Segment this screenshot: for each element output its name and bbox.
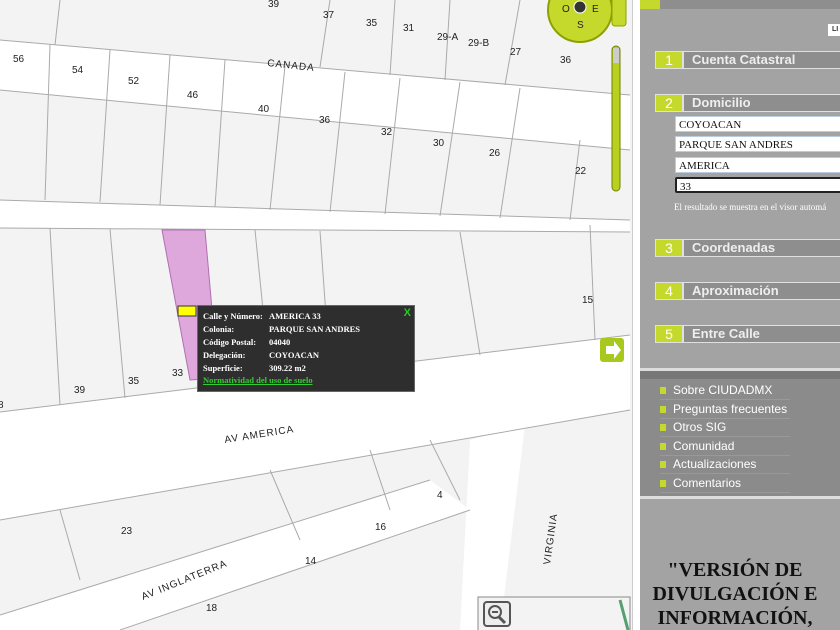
section-number: 1 bbox=[656, 52, 682, 68]
expand-panel-arrow-icon[interactable] bbox=[600, 338, 624, 362]
svg-text:32: 32 bbox=[381, 127, 393, 138]
link-sobre-ciudadmx[interactable]: Sobre CIUDADMX bbox=[660, 381, 790, 400]
section-title: Coordenadas bbox=[682, 240, 775, 256]
section-title: Cuenta Catastral bbox=[682, 52, 795, 68]
svg-text:56: 56 bbox=[13, 54, 25, 65]
search-sidebar: LI 1 Cuenta Catastral 2 Domicilio COYOACAN… bbox=[640, 0, 840, 630]
link-comunidad[interactable]: Comunidad bbox=[660, 437, 790, 456]
link-otros-sig[interactable]: Otros SIG bbox=[660, 418, 790, 437]
svg-text:29-B: 29-B bbox=[468, 38, 489, 49]
svg-text:8: 8 bbox=[0, 400, 4, 411]
section-number: 5 bbox=[656, 326, 682, 342]
section-aproximacion[interactable]: 4 Aproximación bbox=[655, 282, 840, 300]
svg-text:27: 27 bbox=[510, 47, 522, 58]
section-title: Entre Calle bbox=[682, 326, 760, 342]
version-disclaimer: "VERSIÓN DE DIVULGACIÓN E INFORMACIÓN, bbox=[652, 559, 818, 629]
bullet-icon bbox=[660, 406, 666, 413]
colonia-field[interactable]: PARQUE SAN ANDRES bbox=[675, 136, 840, 152]
section-number: 3 bbox=[656, 240, 682, 256]
svg-text:54: 54 bbox=[72, 65, 84, 76]
section-coordenadas[interactable]: 3 Coordenadas bbox=[655, 239, 840, 257]
svg-text:22: 22 bbox=[575, 166, 587, 177]
svg-text:15: 15 bbox=[582, 295, 594, 306]
link-preguntas-frecuentes[interactable]: Preguntas frecuentes bbox=[660, 400, 790, 419]
svg-text:S: S bbox=[577, 20, 584, 31]
location-marker bbox=[177, 305, 197, 317]
result-note: El resultado se muestra en el visor auto… bbox=[674, 202, 827, 212]
svg-text:14: 14 bbox=[305, 556, 317, 567]
svg-text:39: 39 bbox=[74, 385, 86, 396]
svg-text:33: 33 bbox=[172, 368, 184, 379]
link-actualizaciones[interactable]: Actualizaciones bbox=[660, 455, 790, 474]
section-number: 2 bbox=[656, 95, 682, 111]
link-comentarios[interactable]: Comentarios bbox=[660, 474, 790, 493]
svg-text:52: 52 bbox=[128, 76, 140, 87]
sidebar-topbar bbox=[640, 0, 840, 9]
section-cuenta-catastral[interactable]: 1 Cuenta Catastral bbox=[655, 51, 840, 69]
popup-label: Calle y Número: bbox=[203, 311, 263, 321]
parcel-info-popup: X Calle y Número: AMERICA 33 Colonia: PARQ… bbox=[197, 305, 415, 392]
svg-text:35: 35 bbox=[366, 18, 378, 29]
popup-label: Colonia: bbox=[203, 324, 235, 334]
popup-value: 04040 bbox=[269, 337, 291, 347]
popup-label: Superficie: bbox=[203, 363, 243, 373]
zoom-slider[interactable] bbox=[611, 45, 621, 192]
svg-text:18: 18 bbox=[206, 603, 218, 614]
svg-text:36: 36 bbox=[319, 115, 331, 126]
bullet-icon bbox=[660, 387, 666, 394]
svg-text:30: 30 bbox=[433, 138, 445, 149]
section-number: 4 bbox=[656, 283, 682, 299]
bullet-icon bbox=[660, 443, 666, 450]
svg-text:35: 35 bbox=[128, 376, 140, 387]
land-use-link[interactable]: Normatividad del uso de suelo bbox=[203, 375, 313, 385]
popup-value: COYOACAN bbox=[269, 350, 320, 360]
svg-text:31: 31 bbox=[403, 23, 415, 34]
numero-input[interactable]: 33 bbox=[675, 177, 840, 193]
svg-text:26: 26 bbox=[489, 148, 501, 159]
language-button[interactable]: LI bbox=[828, 24, 840, 36]
section-title: Domicilio bbox=[682, 95, 751, 111]
svg-text:39: 39 bbox=[268, 0, 280, 10]
popup-value: AMERICA 33 bbox=[269, 311, 321, 321]
svg-text:29-A: 29-A bbox=[437, 32, 458, 43]
delegacion-field[interactable]: COYOACAN bbox=[675, 116, 840, 132]
zoom-out-icon[interactable] bbox=[483, 601, 511, 627]
calle-field[interactable]: AMERICA bbox=[675, 157, 840, 173]
popup-label: Delegación: bbox=[203, 350, 246, 360]
svg-text:4: 4 bbox=[437, 490, 443, 501]
popup-value: PARQUE SAN ANDRES bbox=[269, 324, 360, 334]
svg-text:37: 37 bbox=[323, 10, 335, 21]
svg-text:E: E bbox=[592, 4, 599, 15]
section-title: Aproximación bbox=[682, 283, 779, 299]
section-domicilio[interactable]: 2 Domicilio bbox=[655, 94, 840, 112]
close-popup-button[interactable]: X bbox=[404, 307, 411, 319]
svg-text:23: 23 bbox=[121, 526, 133, 537]
bullet-icon bbox=[660, 424, 666, 431]
svg-text:16: 16 bbox=[375, 522, 387, 533]
svg-text:36: 36 bbox=[560, 55, 572, 66]
bullet-icon bbox=[660, 480, 666, 487]
popup-value: 309.22 m2 bbox=[269, 363, 306, 373]
svg-text:46: 46 bbox=[187, 90, 199, 101]
map-viewer[interactable]: 39 37 35 31 29-A 29-B 27 36 56 54 52 46 40 36 3… bbox=[0, 0, 632, 630]
svg-text:40: 40 bbox=[258, 104, 270, 115]
bullet-icon bbox=[660, 461, 666, 468]
popup-label: Código Postal: bbox=[203, 337, 257, 347]
section-entre-calle[interactable]: 5 Entre Calle bbox=[655, 325, 840, 343]
info-links: Sobre CIUDADMX Preguntas frecuentes Otro… bbox=[640, 368, 840, 499]
svg-text:O: O bbox=[562, 4, 570, 15]
